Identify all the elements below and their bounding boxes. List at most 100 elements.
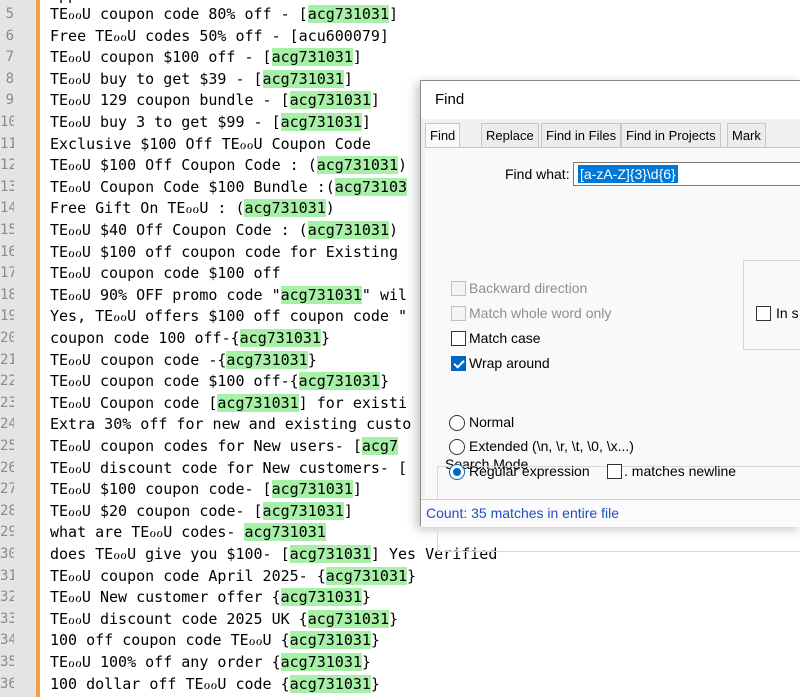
line-number: 15 <box>0 222 14 238</box>
radio-normal[interactable] <box>449 415 465 431</box>
code-line[interactable]: TEℴℴU $20 coupon code- [acg731031] <box>50 501 353 523</box>
code-text: ) <box>388 221 399 239</box>
search-match-highlight: acg731031 <box>289 674 371 693</box>
code-line[interactable]: Extra 30% off for new and existing custo <box>50 414 411 436</box>
code-text: TEℴℴU coupon $100 off - [ <box>50 48 272 67</box>
in-selection-checkbox[interactable] <box>756 306 771 321</box>
backward-direction-checkbox[interactable] <box>451 281 466 296</box>
line-number: 26 <box>0 459 14 476</box>
code-line[interactable]: TEℴℴU buy 3 to get $99 - [acg731031] <box>50 112 371 134</box>
code-text: ) <box>325 199 335 218</box>
code-text: Free Gift On TEℴℴU : ( <box>50 199 245 218</box>
radio-extended-label: Extended (\n, \r, \t, \0, \x...) <box>469 438 634 454</box>
code-line[interactable]: TEℴℴU coupon $100 off - [acg731031] <box>50 47 362 69</box>
code-line[interactable]: 100 off coupon code TEℴℴU {acg731031} <box>50 630 380 652</box>
code-line[interactable]: TEℴℴU coupon codes for New users- [acg7 <box>50 436 398 458</box>
code-line[interactable]: 100 dollar off TEℴℴU code {acg731031} <box>50 674 380 696</box>
line-number: 31 <box>0 567 14 584</box>
code-text: " wil <box>361 285 408 304</box>
wrap-around-checkbox[interactable] <box>451 356 466 371</box>
code-line[interactable]: TEℴℴU discount code for New customers- [ <box>50 458 407 480</box>
match-case-checkbox[interactable] <box>451 331 466 346</box>
code-line[interactable]: coupon code 100 off-{acg731031} <box>50 328 330 350</box>
code-text: Yes, TEℴℴU offers $100 off coupon code " <box>50 307 408 326</box>
wrap-around-label: Wrap around <box>469 355 550 371</box>
code-line[interactable]: Free Gift On TEℴℴU : (acg731031) <box>50 198 335 220</box>
tab-find[interactable]: Find <box>425 123 461 149</box>
code-line[interactable]: Yes, TEℴℴU offers $100 off coupon code " <box>50 306 407 328</box>
find-dialog[interactable]: Find Find Replace Find in Files Find in … <box>420 80 800 552</box>
tab-replace[interactable]: Replace <box>481 123 539 148</box>
code-line[interactable]: TEℴℴU Coupon Code $100 Bundle :(acg73103 <box>50 177 408 199</box>
code-line[interactable]: TEℴℴU coupon code $100 off <box>50 263 281 285</box>
code-text: TEℴℴU buy 3 to get $99 - [ <box>50 113 281 131</box>
dialog-titlebar[interactable]: Find <box>421 81 800 119</box>
search-match-highlight: acg731031 <box>307 5 389 23</box>
code-line[interactable]: Free TEℴℴU codes 50% off - [acu600079] <box>50 26 389 48</box>
code-line[interactable]: TEℴℴU coupon code $100 off-{acg731031} <box>50 371 389 393</box>
code-line[interactable]: TEℴℴU $100 off coupon code for Existing <box>50 242 398 264</box>
tab-mark[interactable]: Mark <box>727 123 766 148</box>
radio-normal-label: Normal <box>469 414 515 430</box>
code-line[interactable]: TEℴℴU Coupon code [acg731031] for existi <box>50 393 407 415</box>
line-number: 25 <box>0 438 14 454</box>
code-line[interactable]: TEℴℴU coupon code -{acg731031} <box>50 350 317 372</box>
code-text: ] <box>388 5 399 23</box>
code-text: TEℴℴU Coupon Code $100 Bundle :( <box>50 177 335 196</box>
code-line[interactable]: does TEℴℴU give you $100- [acg731031] Ye… <box>50 544 497 566</box>
line-number: 9 <box>5 92 14 109</box>
line-number: 30 <box>0 546 14 562</box>
search-match-highlight: acg731031 <box>271 480 353 499</box>
match-whole-word-label: Match whole word only <box>469 305 612 321</box>
search-match-highlight: acg73103 <box>334 177 408 196</box>
code-line[interactable]: what are TEℴℴU codes- acg731031 <box>50 522 326 544</box>
code-text: TEℴℴU New customer offer { <box>50 588 281 607</box>
code-line[interactable]: TEℴℴU coupon code April 2025- {acg731031… <box>50 566 416 588</box>
code-line[interactable]: TEℴℴU 100% off any order {acg731031} <box>50 652 371 674</box>
code-line[interactable]: TEℴℴU discount code 2025 UK {acg731031} <box>50 609 398 631</box>
line-number: 33 <box>0 610 14 627</box>
code-text: Exclusive $100 Off TEℴℴU Coupon Code <box>50 134 371 153</box>
line-number: 34 <box>0 632 14 649</box>
search-match-highlight: acg731031 <box>217 393 299 412</box>
code-text: TEℴℴU 90% OFF promo code " <box>50 285 281 304</box>
line-number: 27 <box>0 481 14 498</box>
tab-find-in-files[interactable]: Find in Files <box>541 123 622 148</box>
code-line[interactable]: TEℴℴU 90% OFF promo code "acg731031" wil <box>50 285 407 307</box>
search-match-highlight: acg731031 <box>325 566 408 585</box>
line-number: 20 <box>0 330 14 346</box>
code-line[interactable]: Exclusive $100 Off TEℴℴU Coupon Code <box>50 134 371 156</box>
match-case-label: Match case <box>469 330 541 346</box>
matches-newline-checkbox[interactable] <box>607 464 622 479</box>
code-line[interactable]: TEℴℴU $40 Off Coupon Code : (acg731031) <box>50 220 398 242</box>
line-number: 36 <box>0 675 14 692</box>
match-whole-word-checkbox[interactable] <box>451 306 466 321</box>
radio-regular-expression[interactable] <box>449 464 465 480</box>
search-match-highlight: acg731031 <box>307 609 389 628</box>
tab-find-in-projects[interactable]: Find in Projects <box>621 123 721 148</box>
code-text: TEℴℴU 129 coupon bundle - [ <box>50 91 290 110</box>
find-what-input[interactable]: [a-zA-Z]{3}\d{6} <box>573 162 800 186</box>
code-text: ) <box>398 156 408 175</box>
code-text: } <box>307 350 317 369</box>
search-match-highlight: acg731031 <box>239 329 321 347</box>
line-number: 10 <box>0 114 14 130</box>
dialog-title: Find <box>435 91 465 108</box>
code-text: ] <box>343 69 353 88</box>
code-text: } <box>370 674 380 693</box>
code-line[interactable]: TEℴℴU 129 coupon bundle - [acg731031] <box>50 90 380 112</box>
line-number: 21 <box>0 351 14 368</box>
code-line[interactable]: TEℴℴU buy to get $39 - [acg731031] <box>50 69 353 91</box>
dialog-body: Find what: [a-zA-Z]{3}\d{6} In s Backwar… <box>425 147 800 552</box>
radio-extended[interactable] <box>449 439 465 455</box>
code-line[interactable]: TEℴℴU $100 Off Coupon Code : (acg731031) <box>50 155 407 177</box>
matches-newline-label: . matches newline <box>624 463 737 479</box>
line-number: 18 <box>0 286 14 303</box>
line-number: 8 <box>5 70 14 87</box>
code-text: 100 dollar off TEℴℴU code { <box>50 674 290 693</box>
code-text: does TEℴℴU give you $100- [ <box>50 545 290 563</box>
code-line[interactable]: TEℴℴU coupon code 80% off - [acg731031] <box>50 4 398 26</box>
code-text: TEℴℴU 100% off any order { <box>50 653 281 671</box>
code-line[interactable]: TEℴℴU New customer offer {acg731031} <box>50 587 371 609</box>
code-line[interactable]: TEℴℴU $100 coupon code- [acg731031] <box>50 479 362 501</box>
